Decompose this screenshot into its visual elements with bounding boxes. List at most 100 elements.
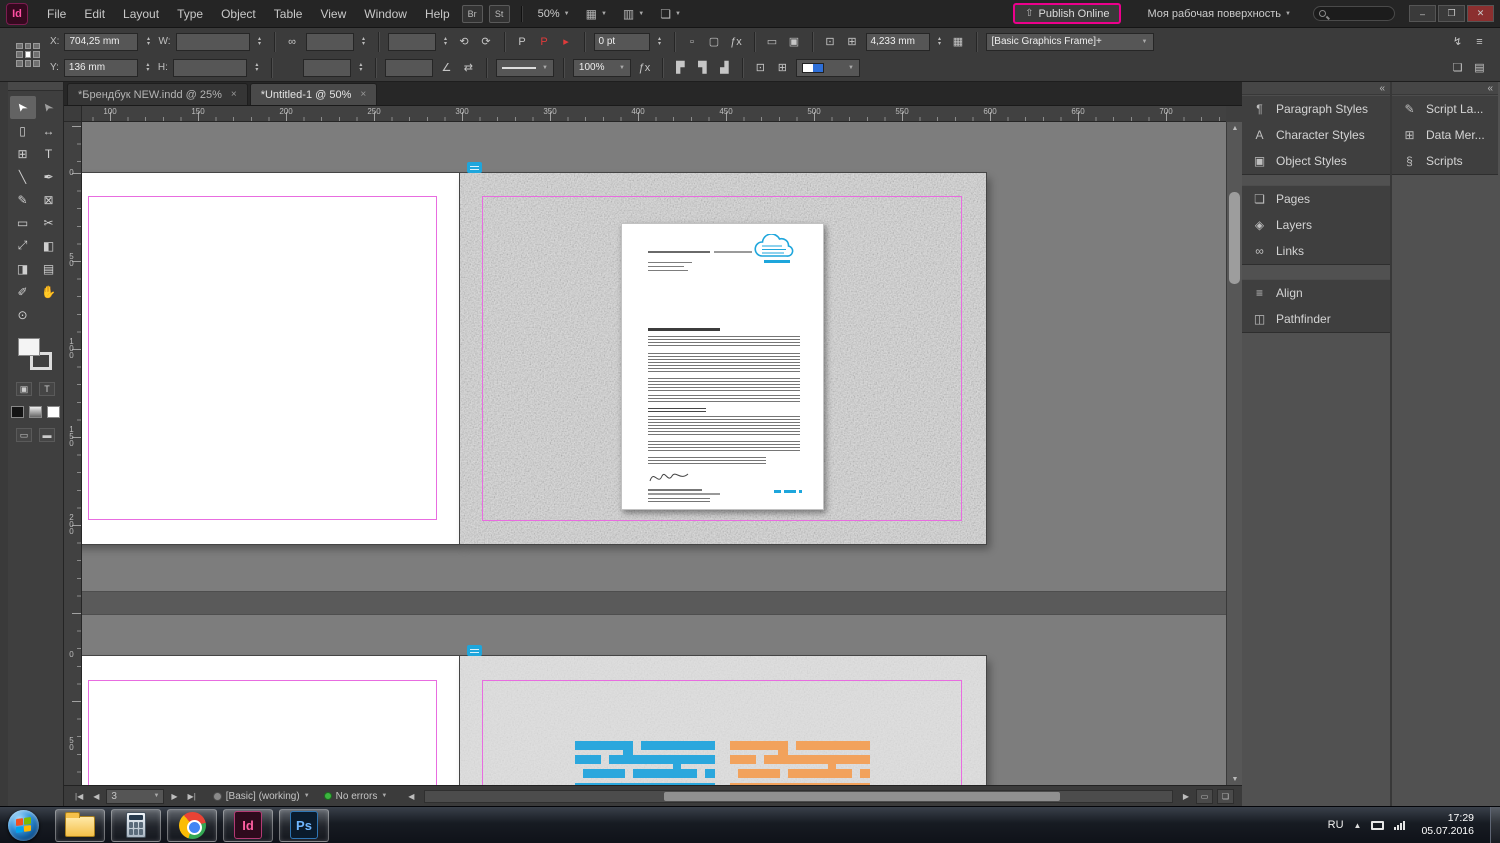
grid-options-icon[interactable]: ▦ [950, 33, 967, 51]
panel-dock-icon[interactable]: ❏ [1449, 59, 1466, 77]
tab-close-icon[interactable]: × [231, 89, 237, 100]
language-indicator[interactable]: RU [1328, 819, 1344, 831]
scroll-down-icon[interactable]: ▼ [1227, 773, 1243, 785]
fit-content-icon[interactable]: ⊡ [822, 33, 839, 51]
spread1-left-page[interactable] [82, 173, 460, 544]
menu-edit[interactable]: Edit [75, 0, 114, 28]
workspace-switcher[interactable]: Моя рабочая поверхность ▼ [1139, 8, 1299, 20]
menu-type[interactable]: Type [168, 0, 212, 28]
panel-layers[interactable]: ◈ Layers [1242, 212, 1390, 238]
h-stepper[interactable]: ▴ ▾ [252, 62, 262, 73]
search-input[interactable] [1313, 6, 1395, 21]
close-button[interactable]: ✕ [1467, 5, 1494, 22]
view-options-dropdown[interactable]: ▦ ▼ [578, 7, 615, 21]
preflight-profile-label[interactable]: [Basic] (working) [226, 791, 300, 802]
apply-gradient-button[interactable] [29, 406, 42, 418]
constrain-proportions-icon[interactable]: ∞ [284, 33, 301, 51]
zoom-level-dropdown[interactable]: 50% ▼ [530, 8, 578, 20]
pencil-tool[interactable]: ✎ [10, 188, 36, 211]
show-desktop-button[interactable] [1490, 806, 1500, 843]
document-canvas[interactable] [82, 122, 1226, 785]
tray-expand-icon[interactable]: ▲ [1354, 821, 1362, 830]
first-page-button[interactable]: |◀ [72, 792, 86, 801]
panel-script-label[interactable]: ✎ Script La... [1392, 96, 1498, 122]
rotation-angle-input[interactable] [387, 32, 436, 51]
eyedropper-tool[interactable]: ✐ [10, 280, 36, 303]
spread1-link-badge[interactable] [467, 162, 482, 173]
hand-tool[interactable]: ✋ [36, 280, 62, 303]
publish-online-button[interactable]: ⇧ Publish Online [1013, 3, 1122, 24]
flip-vertical-icon[interactable]: P [536, 33, 553, 51]
text-wrap-none-icon[interactable]: ▭ [764, 33, 781, 51]
selection-tool[interactable]: ➤ [9, 96, 36, 119]
y-position-input[interactable]: 136 mm [63, 58, 138, 77]
gap-tool[interactable]: ↔ [36, 119, 62, 142]
spread2-left-page[interactable] [82, 656, 460, 785]
pattern-logo-blue[interactable] [575, 741, 715, 785]
bridge-button[interactable]: Br [461, 4, 483, 23]
rectangle-tool[interactable]: ▭ [10, 211, 36, 234]
screen-mode-normal-button[interactable]: ▭ [16, 428, 32, 442]
stroke-style-dropdown[interactable]: ▼ [495, 58, 554, 77]
reference-point-proxy[interactable] [16, 42, 40, 67]
corner-shape-icon[interactable]: ▢ [706, 33, 723, 51]
vertical-ruler[interactable]: 0 50 100 150 200 0 50 [64, 122, 82, 785]
rotate-ccw-icon[interactable]: ⟲ [456, 33, 473, 51]
scissors-tool[interactable]: ✂ [36, 211, 62, 234]
view-spread-button[interactable]: ❏ [1217, 788, 1234, 804]
tab-brandbook[interactable]: *Брендбук NEW.indd @ 25% × [67, 83, 248, 105]
network-tray-icon[interactable] [1394, 820, 1406, 830]
swap-icon[interactable]: ⇄ [460, 59, 477, 77]
corner-options-icon[interactable]: ▫ [684, 33, 701, 51]
menu-layout[interactable]: Layout [114, 0, 168, 28]
panel-paragraph-styles[interactable]: ¶ Paragraph Styles [1242, 96, 1390, 122]
menu-table[interactable]: Table [265, 0, 312, 28]
taskbar-photoshop-button[interactable]: Ps [279, 808, 329, 842]
horizontal-scrollbar[interactable] [424, 789, 1173, 803]
stroke-weight-input[interactable]: 0 pt [593, 32, 650, 51]
panel-pathfinder[interactable]: ◫ Pathfinder [1242, 306, 1390, 332]
restore-button[interactable]: ❐ [1438, 5, 1465, 22]
apply-none-button[interactable] [47, 406, 60, 418]
taskbar-chrome-button[interactable] [167, 808, 217, 842]
screen-mode-preview-button[interactable]: ▬ [39, 428, 55, 442]
panel-align[interactable]: ≡ Align [1242, 280, 1390, 306]
tab-close-icon[interactable]: × [360, 89, 366, 100]
horizontal-scroll-thumb[interactable] [664, 791, 1060, 801]
menu-help[interactable]: Help [416, 0, 459, 28]
rectangle-frame-tool[interactable]: ⊠ [36, 188, 62, 211]
scroll-up-icon[interactable]: ▲ [1227, 122, 1243, 134]
horizontal-ruler[interactable]: 100 150 200 250 300 350 400 450 500 550 … [82, 106, 1226, 122]
start-button[interactable] [8, 809, 39, 841]
line-tool[interactable]: ╲ [10, 165, 36, 188]
free-transform-tool[interactable]: ⤢ [10, 234, 36, 257]
taskbar-indesign-button[interactable]: Id [223, 808, 273, 842]
x-stepper[interactable]: ▴ ▾ [143, 36, 153, 47]
x-position-input[interactable]: 704,25 mm [64, 32, 139, 51]
object-style-dropdown[interactable]: [Basic Graphics Frame]+ ▼ [985, 32, 1154, 51]
transparency-fx-icon[interactable]: ƒx [636, 59, 653, 77]
minimize-button[interactable]: – [1409, 5, 1436, 22]
pattern-logo-orange[interactable] [730, 741, 870, 785]
fit-frame-icon[interactable]: ⊞ [844, 33, 861, 51]
height-input[interactable] [172, 58, 247, 77]
panel-character-styles[interactable]: A Character Styles [1242, 122, 1390, 148]
panel-scripts[interactable]: § Scripts [1392, 148, 1498, 174]
y-stepper[interactable]: ▴ ▾ [143, 62, 153, 73]
type-tool[interactable]: T [36, 142, 62, 165]
last-page-button[interactable]: ▶| [185, 792, 199, 801]
panel-object-styles[interactable]: ▣ Object Styles [1242, 148, 1390, 174]
direct-selection-tool[interactable]: ➤ [36, 96, 62, 119]
ruler-corner[interactable] [64, 106, 82, 122]
content-collector-tool[interactable]: ⊞ [10, 142, 36, 165]
collapse-panels-icon[interactable]: « [1379, 83, 1385, 94]
indesign-app-icon[interactable]: Id [6, 2, 28, 25]
screen-mode-dropdown[interactable]: ▥ ▼ [615, 7, 652, 21]
spread1-right-page[interactable] [460, 173, 986, 544]
control-panel-menu-icon[interactable]: ≡ [1471, 33, 1488, 51]
quick-apply-icon[interactable]: ↯ [1449, 33, 1466, 51]
scale-x-stepper[interactable]: ▴ ▾ [359, 36, 369, 47]
menu-window[interactable]: Window [355, 0, 416, 28]
fill-swatch[interactable] [17, 338, 40, 356]
collapse-panels-icon[interactable]: « [1487, 83, 1493, 94]
